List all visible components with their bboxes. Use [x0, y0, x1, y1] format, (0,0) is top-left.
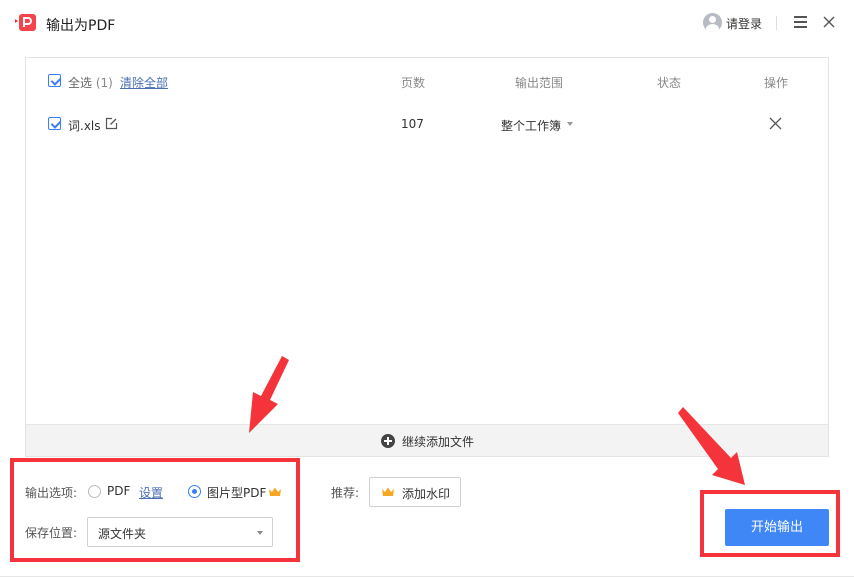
select-all-checkbox[interactable]	[48, 74, 61, 87]
bottom-divider	[0, 576, 854, 577]
header-actions: 操作	[764, 76, 789, 90]
settings-link[interactable]: 设置	[139, 484, 163, 501]
radio-pdf[interactable]	[88, 485, 101, 498]
close-icon[interactable]	[822, 15, 836, 29]
header-pages: 页数	[401, 76, 426, 90]
pdf-option-label[interactable]: PDF	[107, 484, 130, 498]
file-list-panel: 全选 (1) 清除全部 页数 输出范围 状态 操作 词.xls 107 整个工作…	[25, 57, 829, 457]
window-title: 输出为PDF	[46, 18, 116, 34]
output-options-label: 输出选项:	[25, 486, 78, 500]
add-watermark-label: 添加水印	[402, 487, 451, 501]
save-location-value: 源文件夹	[98, 527, 147, 541]
save-location-label: 保存位置:	[25, 526, 78, 540]
add-more-files-label: 继续添加文件	[402, 435, 475, 449]
image-pdf-option-label[interactable]: 图片型PDF	[207, 484, 266, 501]
row-range-dropdown[interactable]: 整个工作簿	[501, 117, 561, 134]
header-range: 输出范围	[515, 76, 564, 90]
row-checkbox[interactable]	[48, 117, 61, 130]
title-bar: 输出为PDF 请登录	[0, 0, 854, 46]
row-filename: 词.xls	[68, 119, 101, 133]
radio-image-pdf[interactable]	[188, 485, 201, 498]
header-status: 状态	[657, 76, 682, 90]
add-more-files-button[interactable]: 继续添加文件	[26, 424, 828, 456]
row-pages: 107	[401, 117, 424, 131]
menu-icon[interactable]	[794, 16, 807, 28]
edit-icon[interactable]	[105, 117, 118, 130]
avatar-icon[interactable]	[703, 13, 722, 32]
remove-row-icon[interactable]	[769, 117, 782, 130]
start-export-button[interactable]: 开始输出	[725, 509, 829, 546]
app-pdf-icon	[15, 14, 36, 31]
add-watermark-button[interactable]: 添加水印	[369, 477, 461, 507]
clear-all-link[interactable]: 清除全部	[120, 74, 168, 91]
save-location-select[interactable]: 源文件夹	[87, 517, 273, 547]
plus-circle-icon	[381, 434, 395, 448]
select-all-label[interactable]: 全选 (1)	[68, 74, 113, 91]
recommend-label: 推荐:	[331, 486, 360, 500]
chevron-down-icon[interactable]	[567, 122, 573, 126]
login-link[interactable]: 请登录	[726, 15, 762, 32]
title-divider	[776, 16, 777, 30]
crown-icon	[382, 487, 394, 496]
chevron-down-icon	[257, 531, 263, 535]
crown-icon	[269, 487, 281, 496]
